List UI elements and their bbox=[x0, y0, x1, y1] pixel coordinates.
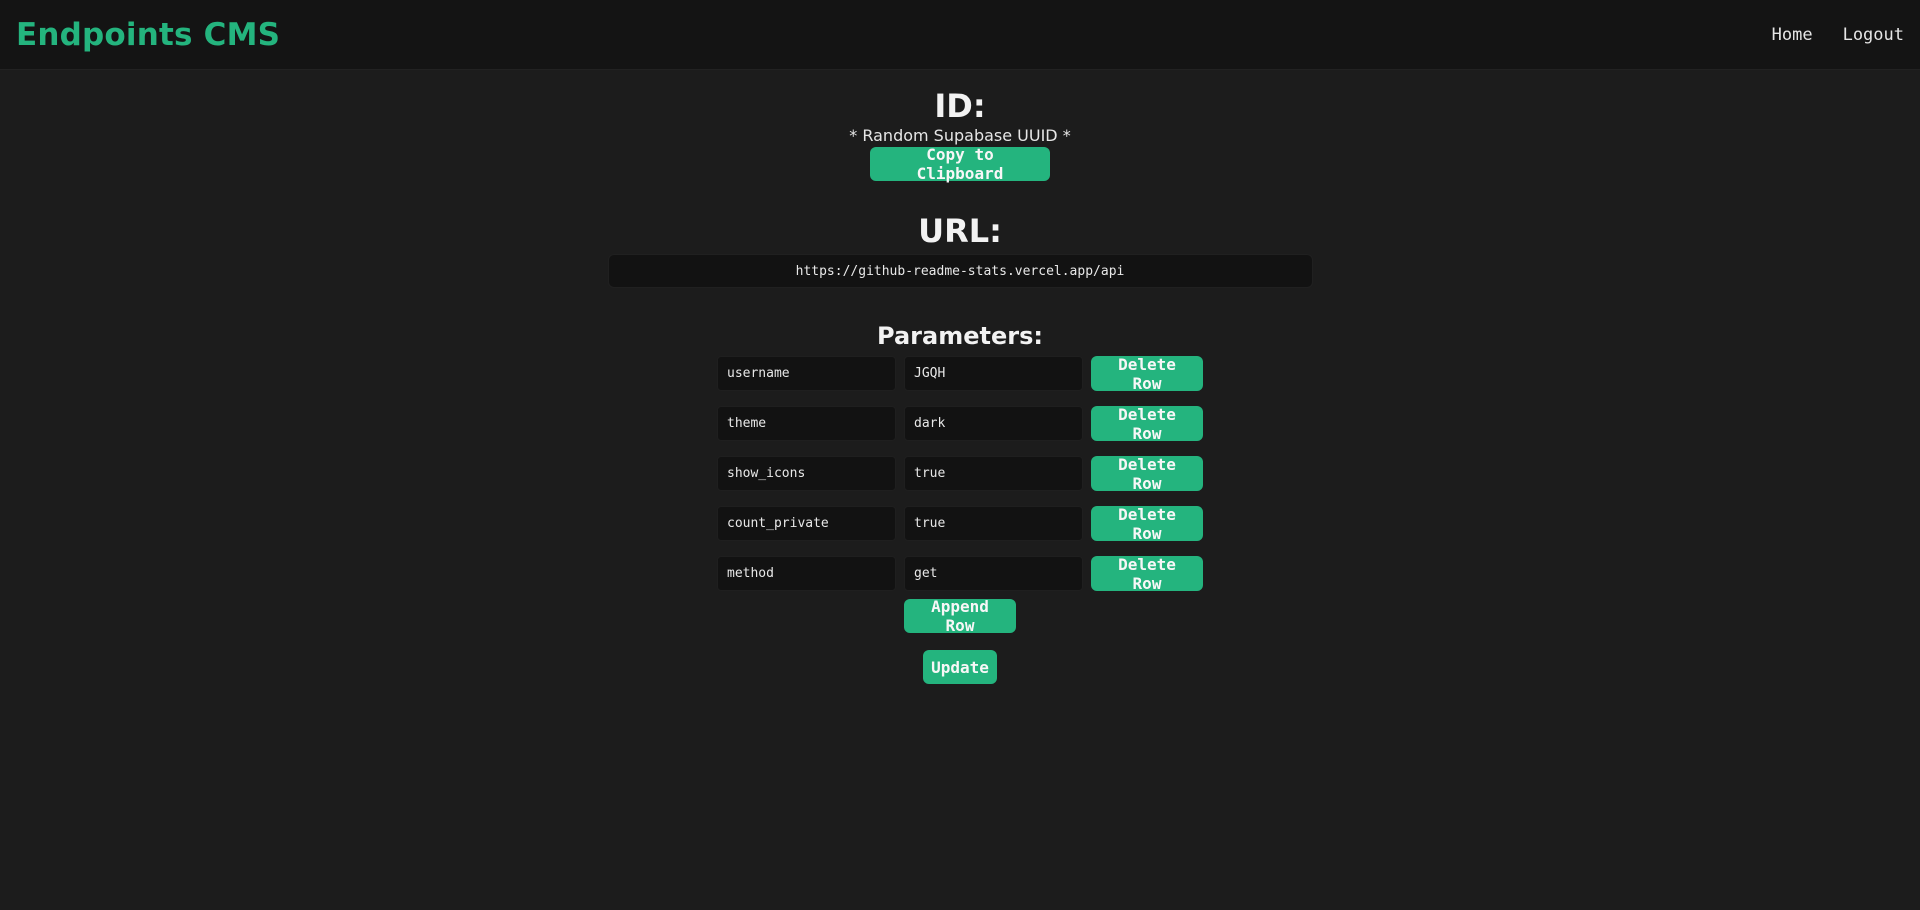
parameter-value-input[interactable]: get bbox=[904, 556, 1083, 592]
url-heading: URL: bbox=[918, 211, 1002, 250]
parameter-key-input[interactable]: username bbox=[717, 356, 896, 392]
parameter-row: theme dark Delete Row bbox=[717, 405, 1203, 443]
delete-row-button[interactable]: Delete Row bbox=[1091, 455, 1203, 493]
main-content: ID: * Random Supabase UUID * Copy to Cli… bbox=[0, 70, 1920, 685]
id-note: * Random Supabase UUID * bbox=[849, 125, 1071, 145]
parameter-value-input[interactable]: JGQH bbox=[904, 356, 1083, 392]
parameter-key-input[interactable]: count_private bbox=[717, 506, 896, 542]
parameter-key-input[interactable]: theme bbox=[717, 406, 896, 442]
parameter-value-input[interactable]: true bbox=[904, 456, 1083, 492]
parameters-list: username JGQH Delete Row theme dark Dele… bbox=[717, 355, 1203, 593]
delete-row-button[interactable]: Delete Row bbox=[1091, 555, 1203, 593]
parameter-row: show_icons true Delete Row bbox=[717, 455, 1203, 493]
parameter-row: count_private true Delete Row bbox=[717, 505, 1203, 543]
parameters-heading: Parameters: bbox=[877, 322, 1043, 351]
parameter-key-input[interactable]: show_icons bbox=[717, 456, 896, 492]
append-row-button[interactable]: Append Row bbox=[904, 597, 1016, 635]
id-heading: ID: bbox=[934, 87, 986, 125]
delete-row-button[interactable]: Delete Row bbox=[1091, 405, 1203, 443]
update-button[interactable]: Update bbox=[923, 650, 997, 685]
nav-links: Home Logout bbox=[1772, 25, 1904, 45]
navbar: Endpoints CMS Home Logout bbox=[0, 0, 1920, 70]
parameter-row: username JGQH Delete Row bbox=[717, 355, 1203, 393]
delete-row-button[interactable]: Delete Row bbox=[1091, 505, 1203, 543]
parameter-value-input[interactable]: true bbox=[904, 506, 1083, 542]
delete-row-button[interactable]: Delete Row bbox=[1091, 355, 1203, 393]
parameter-key-input[interactable]: method bbox=[717, 556, 896, 592]
parameter-row: method get Delete Row bbox=[717, 555, 1203, 593]
brand-logo[interactable]: Endpoints CMS bbox=[16, 17, 280, 53]
copy-to-clipboard-button[interactable]: Copy to Clipboard bbox=[870, 145, 1050, 183]
parameter-value-input[interactable]: dark bbox=[904, 406, 1083, 442]
nav-link-logout[interactable]: Logout bbox=[1843, 25, 1904, 45]
url-field[interactable]: https://github-readme-stats.vercel.app/a… bbox=[607, 254, 1313, 289]
nav-link-home[interactable]: Home bbox=[1772, 25, 1813, 45]
